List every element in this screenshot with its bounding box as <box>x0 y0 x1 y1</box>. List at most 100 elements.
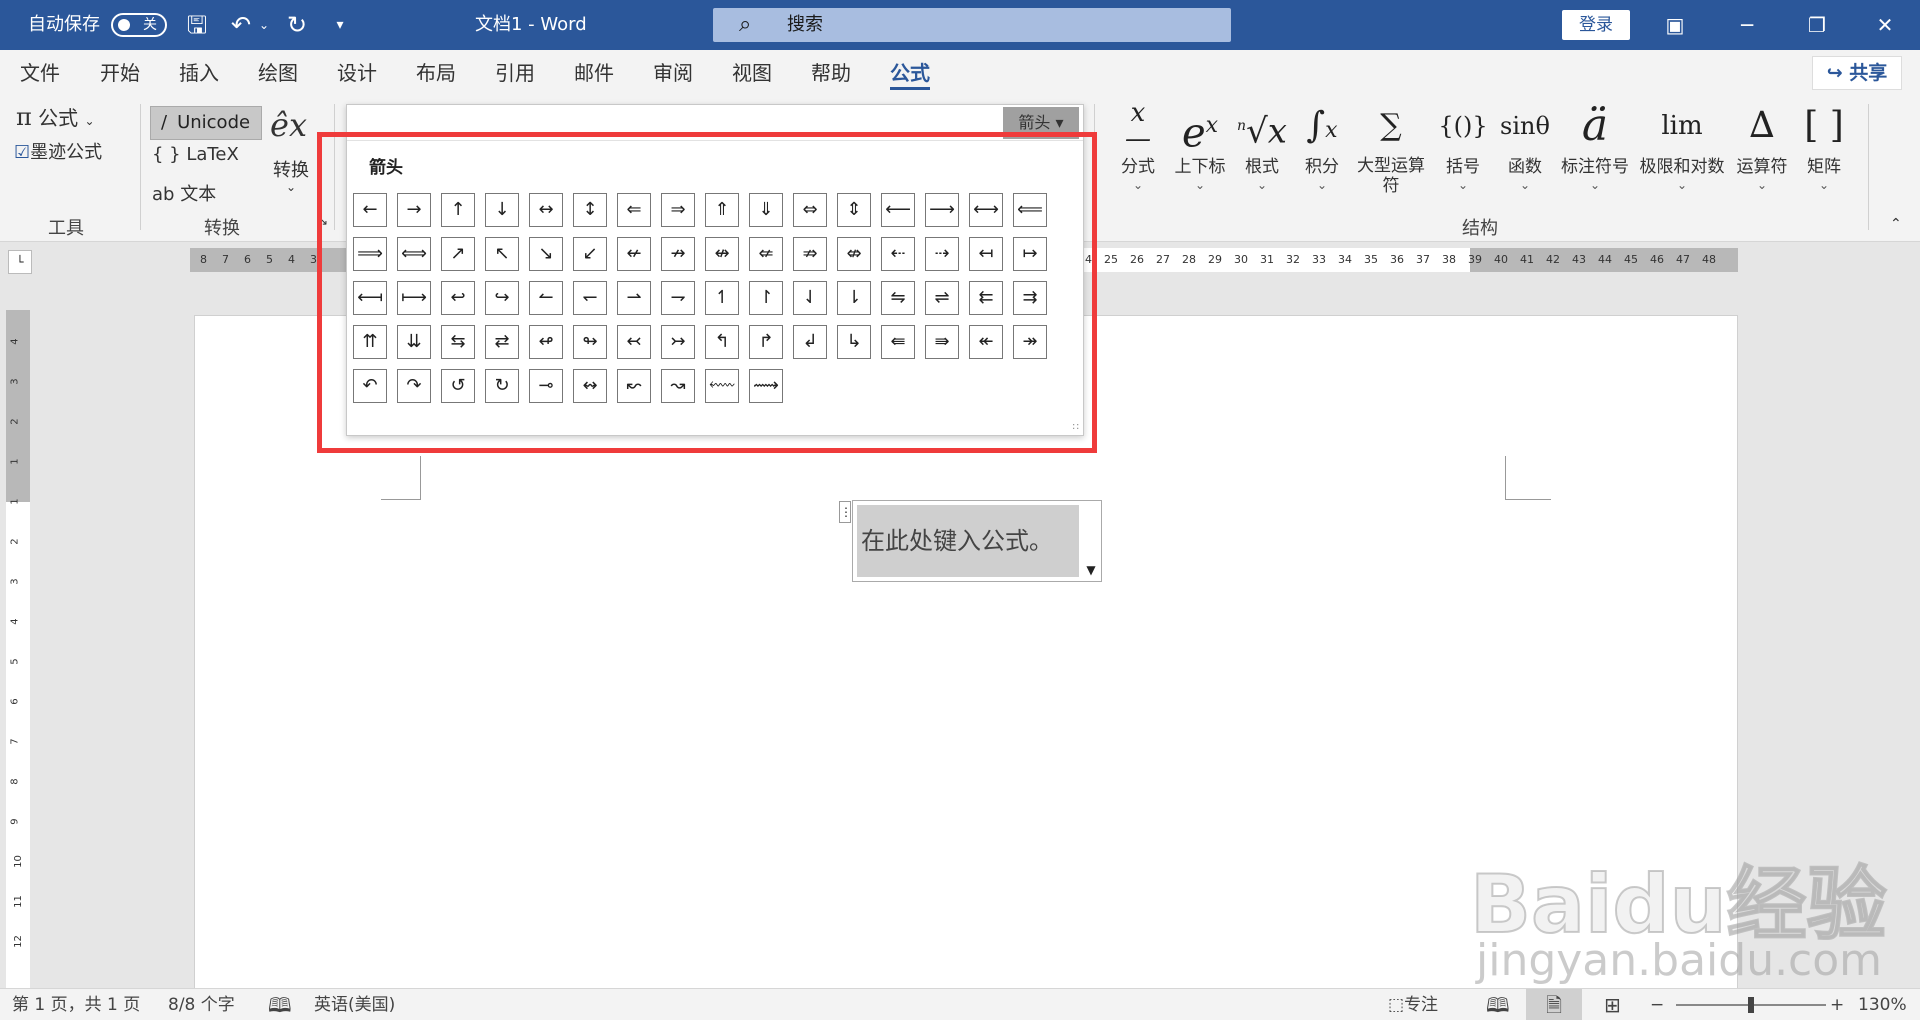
tab-draw[interactable]: 绘图 <box>258 50 298 96</box>
ruler-number: 33 <box>1312 253 1326 266</box>
zoom-level[interactable]: 130% <box>1858 989 1907 1020</box>
tab-view[interactable]: 视图 <box>732 50 772 96</box>
structure-integral[interactable]: ∫x 积分 ⌄ <box>1296 96 1348 192</box>
undo-icon[interactable]: ↶ <box>226 10 256 40</box>
structure-radical[interactable]: n√x 根式 ⌄ <box>1236 96 1288 192</box>
unicode-button[interactable]: / Unicode <box>150 106 262 140</box>
ruler-number: 30 <box>1234 253 1248 266</box>
text-button[interactable]: ab 文本 <box>152 180 216 206</box>
chevron-down-icon: ⌄ <box>1756 178 1768 192</box>
group-separator <box>140 104 141 230</box>
equation-options-icon[interactable]: ▼ <box>1081 559 1101 581</box>
unicode-label: Unicode <box>177 112 251 133</box>
focus-button[interactable]: ⬚专注 <box>1388 989 1438 1020</box>
ruler-number: 28 <box>1182 253 1196 266</box>
vertical-ruler[interactable]: 4 3 2 1 1 2 3 4 5 6 7 8 9 10 11 12 <box>6 310 30 990</box>
ruler-number: 39 <box>1468 253 1482 266</box>
script-icon: ex <box>1181 110 1219 157</box>
ab-icon: ab <box>152 184 175 205</box>
group-label-convert: 转换 <box>204 218 240 239</box>
menu-tabs: 文件 开始 插入 绘图 设计 布局 引用 邮件 审阅 视图 帮助 公式 <box>0 50 1920 96</box>
ruler-number: 47 <box>1676 253 1690 266</box>
ribbon-display-icon[interactable]: ▣ <box>1640 0 1710 50</box>
structure-bracket[interactable]: {()} 括号 ⌄ <box>1434 96 1492 192</box>
chevron-down-icon: ⌄ <box>1194 178 1206 192</box>
login-button[interactable]: 登录 <box>1562 10 1630 40</box>
tab-design[interactable]: 设计 <box>337 50 377 96</box>
status-bar: 第 1 页，共 1 页 8/8 个字 🕮 英语(美国) ⬚专注 🕮 🗎 ⊞ − … <box>0 988 1920 1020</box>
focus-label: 专注 <box>1404 995 1439 1015</box>
web-layout-icon[interactable]: ⊞ <box>1604 989 1621 1020</box>
tab-equation[interactable]: 公式 <box>890 50 930 96</box>
proofing-icon[interactable]: 🕮 <box>268 989 292 1020</box>
restore-icon[interactable]: ❐ <box>1782 0 1852 50</box>
bracket-label: 括号 <box>1446 157 1480 177</box>
group-label-tools: 工具 <box>48 218 84 239</box>
latex-button[interactable]: { } LaTeX <box>152 144 239 165</box>
tab-review[interactable]: 审阅 <box>653 50 693 96</box>
ruler-number: 12 <box>12 935 24 948</box>
structure-limit-log[interactable]: lim 极限和对数 ⌄ <box>1636 96 1728 192</box>
structure-accent[interactable]: ä 标注符号 ⌄ <box>1556 96 1634 192</box>
ruler-number: 45 <box>1624 253 1638 266</box>
fraction-icon: x — <box>1125 98 1151 154</box>
redo-icon[interactable]: ↻ <box>282 10 312 40</box>
ruler-number: 8 <box>9 778 21 785</box>
structure-matrix[interactable]: [ ] 矩阵 ⌄ <box>1796 96 1852 192</box>
radical-label: 根式 <box>1245 157 1279 177</box>
ruler-number: 46 <box>1650 253 1664 266</box>
autosave-toggle[interactable]: 关 <box>111 13 167 37</box>
close-icon[interactable]: ✕ <box>1850 0 1920 50</box>
zoom-in-icon[interactable]: + <box>1830 989 1844 1020</box>
ruler-number: 34 <box>1338 253 1352 266</box>
latex-label: LaTeX <box>186 144 239 165</box>
structure-operator[interactable]: ∆ 运算符 ⌄ <box>1732 96 1792 192</box>
tab-selector-icon[interactable]: └ <box>8 250 32 274</box>
zoom-slider-thumb[interactable] <box>1748 997 1754 1013</box>
save-icon[interactable]: 🖫 <box>182 10 212 40</box>
share-button[interactable]: ↪ 共享 <box>1812 56 1902 90</box>
chevron-down-icon: ⌄ <box>1132 178 1144 192</box>
equation-box[interactable]: ⋮ 在此处键入公式。 ▼ <box>839 500 1102 582</box>
ruler-number: 37 <box>1416 253 1430 266</box>
ink-formula-button[interactable]: ☑墨迹公式 <box>14 138 102 164</box>
tab-layout[interactable]: 布局 <box>416 50 456 96</box>
print-layout-icon[interactable]: 🗎 <box>1526 989 1582 1020</box>
toggle-knob <box>118 19 130 31</box>
convert-icon: êx <box>270 106 307 144</box>
structure-script[interactable]: ex 上下标 ⌄ <box>1168 96 1232 192</box>
tab-references[interactable]: 引用 <box>495 50 535 96</box>
read-mode-icon[interactable]: 🕮 <box>1486 989 1510 1020</box>
tab-file[interactable]: 文件 <box>20 50 60 96</box>
tab-mailings[interactable]: 邮件 <box>574 50 614 96</box>
ruler-number: 36 <box>1390 253 1404 266</box>
customize-toolbar-icon[interactable]: ▾ <box>330 10 350 40</box>
chevron-down-icon[interactable]: ⌄ <box>286 180 296 194</box>
undo-dropdown-icon[interactable]: ⌄ <box>256 10 272 40</box>
structure-large-operator[interactable]: ∑ 大型运算符 <box>1354 96 1428 196</box>
ruler-number: 27 <box>1156 253 1170 266</box>
collapse-ribbon-icon[interactable]: ⌃ <box>1890 216 1902 232</box>
matrix-label: 矩阵 <box>1807 157 1841 177</box>
tab-home[interactable]: 开始 <box>100 50 140 96</box>
tab-help[interactable]: 帮助 <box>811 50 851 96</box>
ruler-number: 44 <box>1598 253 1612 266</box>
zoom-out-icon[interactable]: − <box>1650 989 1664 1020</box>
search-box[interactable]: ⌕ 搜索 <box>713 8 1231 42</box>
ruler-number: 5 <box>9 658 21 665</box>
structure-fraction[interactable]: x — 分式 ⌄ <box>1110 96 1166 192</box>
page-count[interactable]: 第 1 页，共 1 页 <box>12 989 140 1020</box>
minimize-icon[interactable]: ─ <box>1712 0 1782 50</box>
formula-button[interactable]: π 公式 ⌄ <box>16 102 95 131</box>
word-count[interactable]: 8/8 个字 <box>168 989 235 1020</box>
ruler-number: 41 <box>1520 253 1534 266</box>
structure-function[interactable]: sinθ 函数 ⌄ <box>1496 96 1554 192</box>
equation-handle-icon[interactable]: ⋮ <box>839 501 852 523</box>
highlight-box <box>317 132 1097 453</box>
formula-label: 公式 <box>38 106 79 130</box>
tab-insert[interactable]: 插入 <box>179 50 219 96</box>
accent-icon: ä <box>1581 100 1609 151</box>
equation-placeholder[interactable]: 在此处键入公式。 <box>857 505 1079 577</box>
language[interactable]: 英语(美国) <box>314 989 395 1020</box>
convert-button[interactable]: 转换 <box>273 156 309 182</box>
